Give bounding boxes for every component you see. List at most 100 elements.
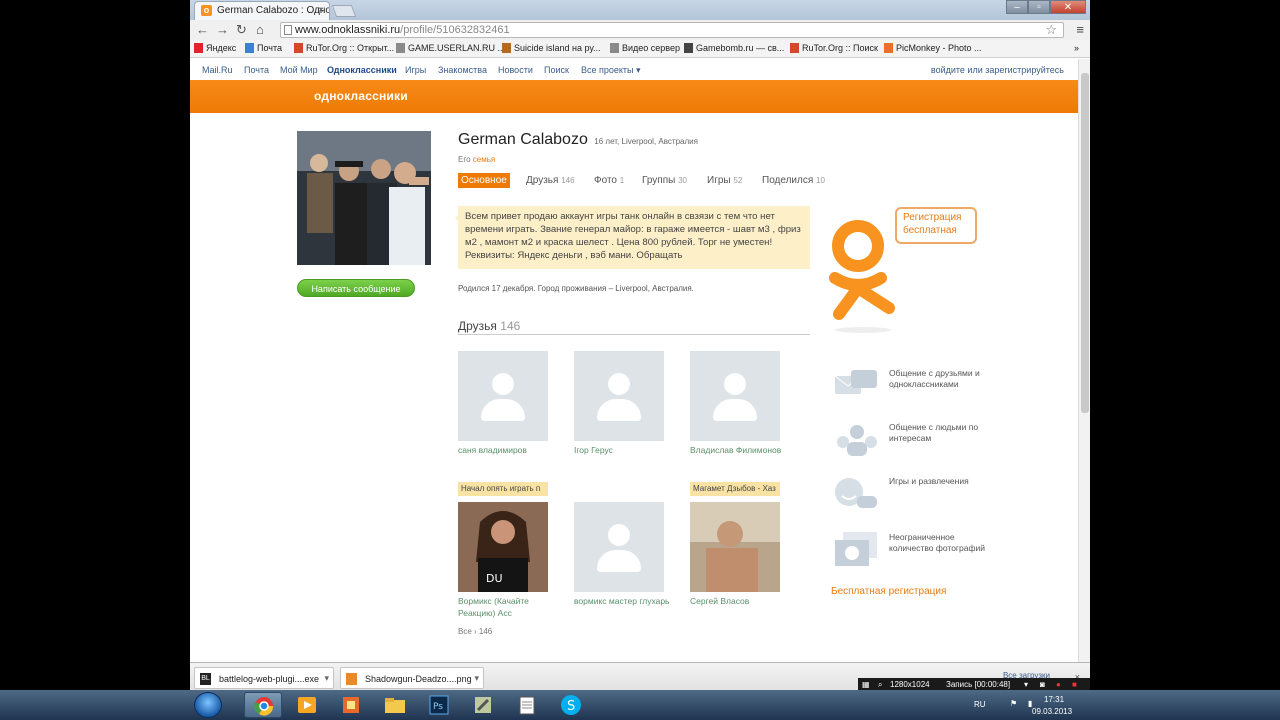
download-item[interactable]: BL battlelog-web-plugi....exe ▾	[194, 667, 334, 689]
taskbar-photoshop[interactable]: Ps	[420, 692, 458, 718]
close-window-icon[interactable]: ✕	[1050, 0, 1086, 14]
profile-tab-label: Группы	[642, 175, 676, 186]
browser-tab[interactable]: о German Calabozo : Одно ×	[194, 1, 330, 20]
screen: о German Calabozo : Одно × – ▫ ✕ ← → ↻ ⌂…	[0, 0, 1280, 720]
bookmark-item[interactable]: Suicide island на ру...	[502, 43, 601, 53]
feature-text: Неограниченное количество фотографий	[889, 532, 985, 553]
bookmark-item[interactable]: PicMonkey - Photo ...	[884, 43, 982, 53]
clock-time[interactable]: 17:31	[1044, 695, 1064, 704]
feature-text: Общение с людьми по интересам	[889, 422, 979, 443]
profile-meta: 16 лет, Liverpool, Австралия	[594, 137, 698, 146]
topnav-item[interactable]: Все проекты ▾	[581, 65, 641, 76]
taskbar-skype[interactable]: S	[552, 692, 590, 718]
placeholder-avatar-body	[713, 399, 757, 421]
friend-name[interactable]: Ігор Герус	[574, 444, 674, 456]
login-link[interactable]: войдите или зарегистрируйтесь	[931, 65, 1064, 75]
friend-photo[interactable]	[690, 502, 780, 592]
bookmark-label: RuTor.Org :: Поиск	[802, 43, 878, 53]
tab-strip: о German Calabozo : Одно × – ▫ ✕	[190, 0, 1090, 20]
download-file-icon: BL	[200, 673, 211, 685]
bookmark-item[interactable]: GAME.USERLAN.RU ...	[396, 43, 505, 53]
new-tab-button[interactable]	[331, 5, 357, 17]
friend-photo[interactable]	[458, 351, 548, 441]
profile-name: German Calabozo	[458, 131, 588, 148]
profile-tab-count: 146	[561, 176, 575, 185]
reload-icon[interactable]: ↻	[236, 22, 247, 38]
topnav-item[interactable]: Знакомства	[438, 65, 487, 75]
skype-icon: S	[561, 695, 581, 715]
placeholder-avatar-body	[597, 550, 641, 572]
profile-tab[interactable]: Поделился 10	[762, 173, 825, 188]
profile-tab[interactable]: Основное	[458, 173, 510, 188]
taskbar-app[interactable]	[332, 692, 370, 718]
taskbar-tool[interactable]	[464, 692, 502, 718]
taskbar-chrome[interactable]	[244, 692, 282, 718]
all-friends-link[interactable]: Все › 146	[458, 627, 492, 636]
flag-icon[interactable]: ⚑	[1010, 699, 1017, 708]
friend-name[interactable]: саня владимиров	[458, 444, 558, 456]
topnav-item[interactable]: Игры	[405, 65, 426, 75]
bookmark-item[interactable]: Почта	[245, 43, 282, 53]
topnav-item[interactable]: Новости	[498, 65, 533, 75]
bookmark-item[interactable]: RuTor.Org :: Открыт...	[294, 43, 394, 53]
taskbar-explorer[interactable]	[376, 692, 414, 718]
family-line: Его семья	[458, 155, 495, 164]
friend-name[interactable]: вормикс мастер глухарь	[574, 595, 674, 607]
friend-name[interactable]: Владислав Филимонов	[690, 444, 790, 456]
topnav-item[interactable]: Одноклассники	[327, 65, 397, 75]
family-link[interactable]: семья	[473, 155, 495, 164]
bookmark-item[interactable]: Яндекс	[194, 43, 236, 53]
topnav-item[interactable]: Mail.Ru	[202, 65, 233, 75]
friend-name[interactable]: Вормикс (Качайте Реакцию) Асс	[458, 595, 558, 619]
topnav-item[interactable]: Почта	[244, 65, 269, 75]
svg-text:Ps: Ps	[433, 702, 443, 712]
tool-icon	[475, 697, 491, 713]
send-message-button[interactable]: Написать сообщение	[297, 279, 415, 297]
scrollbar-thumb[interactable]	[1081, 73, 1089, 413]
chrome-menu-icon[interactable]: ≡	[1076, 22, 1084, 37]
bookmarks-more-icon[interactable]: »	[1074, 43, 1079, 53]
taskbar-notepad[interactable]	[508, 692, 546, 718]
address-bar[interactable]: www.odnoklassniki.ru/profile/51063283246…	[280, 22, 1064, 38]
topnav-item[interactable]: Мой Мир	[280, 65, 318, 75]
profile-tab[interactable]: Друзья 146	[526, 173, 575, 188]
bookmark-item[interactable]: Gamebomb.ru — св...	[684, 43, 784, 53]
page-scrollbar[interactable]	[1078, 59, 1090, 690]
maximize-icon[interactable]: ▫	[1028, 0, 1050, 14]
url-path: /profile/510632832461	[400, 24, 510, 36]
download-label: battlelog-web-plugi....exe	[219, 674, 320, 684]
bookmark-item[interactable]: Видео сервер	[610, 43, 680, 53]
placeholder-avatar-icon	[608, 524, 630, 546]
friend-photo[interactable]: DU	[458, 502, 548, 592]
status-message: Всем привет продаю аккаунт игры танк онл…	[455, 206, 810, 269]
bookmark-label: Видео сервер	[622, 43, 680, 53]
minimize-icon[interactable]: –	[1006, 0, 1028, 14]
friend-name[interactable]: Сергей Власов	[690, 595, 790, 607]
friend-photo[interactable]	[690, 351, 780, 441]
language-indicator[interactable]: RU	[974, 700, 986, 709]
free-registration-link[interactable]: Бесплатная регистрация	[831, 586, 946, 597]
start-button[interactable]	[194, 692, 222, 718]
profile-tab[interactable]: Группы 30	[642, 173, 687, 188]
friends-heading-label: Друзья	[458, 319, 497, 333]
download-menu-icon[interactable]: ▾	[474, 673, 479, 684]
download-item[interactable]: Shadowgun-Deadzo....png ▾	[340, 667, 484, 689]
friend-photo[interactable]	[574, 502, 664, 592]
photos-icon	[833, 530, 881, 570]
site-logo[interactable]: одноклассники	[314, 89, 408, 103]
bookmark-label: Suicide island на ру...	[514, 43, 601, 53]
chrome-icon	[254, 697, 274, 716]
profile-avatar[interactable]	[297, 131, 431, 265]
profile-tab[interactable]: Игры 52	[707, 173, 742, 188]
bookmark-star-icon[interactable]: ☆	[1045, 22, 1057, 38]
taskbar-media-player[interactable]	[288, 692, 326, 718]
download-menu-icon[interactable]: ▾	[324, 673, 329, 684]
forward-arrow-icon[interactable]: →	[216, 22, 229, 37]
bookmark-item[interactable]: RuTor.Org :: Поиск	[790, 43, 878, 53]
back-arrow-icon[interactable]: ←	[196, 22, 209, 37]
home-icon[interactable]: ⌂	[256, 22, 264, 37]
close-tab-icon[interactable]: ×	[318, 5, 324, 16]
friend-photo[interactable]	[574, 351, 664, 441]
profile-tab[interactable]: Фото 1	[594, 173, 624, 188]
topnav-item[interactable]: Поиск	[544, 65, 569, 75]
